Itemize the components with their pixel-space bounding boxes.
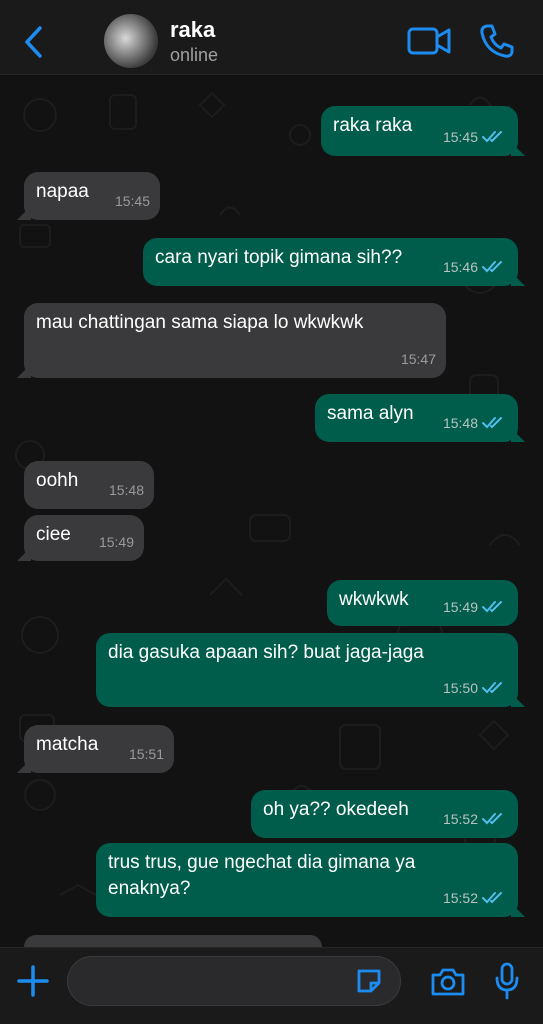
message-input[interactable]: [67, 956, 401, 1006]
message-bubble-outgoing[interactable]: raka raka 15:45: [321, 106, 518, 156]
contact-status: online: [170, 45, 219, 65]
message-bubble-incoming[interactable]: mau chattingan sama siapa lo wkwkwk 15:4…: [24, 303, 446, 378]
message-bubble-incoming[interactable]: napaa 15:45: [24, 172, 160, 220]
message-bubble-outgoing[interactable]: wkwkwk 15:49: [327, 580, 518, 626]
message-bubble-incoming[interactable]: matcha 15:51: [24, 725, 174, 773]
message-time: 15:45: [442, 129, 478, 145]
avatar[interactable]: [104, 14, 158, 68]
message-bubble-outgoing[interactable]: dia gasuka apaan sih? buat jaga-jaga 15:…: [96, 633, 518, 707]
phone-icon[interactable]: [478, 22, 516, 60]
video-camera-icon[interactable]: [406, 24, 452, 58]
read-ticks-icon: [482, 682, 502, 694]
chat-header: raka online: [0, 0, 543, 75]
camera-icon[interactable]: [430, 966, 466, 998]
message-bubble-outgoing[interactable]: sama alyn 15:48: [315, 394, 518, 442]
read-ticks-icon: [482, 261, 502, 273]
read-ticks-icon: [482, 131, 502, 143]
message-time: 15:51: [128, 746, 164, 762]
message-bubble-outgoing[interactable]: trus trus, gue ngechat dia gimana ya ena…: [96, 843, 518, 917]
message-time: 15:49: [98, 534, 134, 550]
message-bubble-incoming[interactable]: oohh 15:48: [24, 461, 154, 509]
message-text: dia gasuka apaan sih? buat jaga-jaga: [108, 642, 424, 663]
message-bubble-incoming[interactable]: ciee 15:49: [24, 515, 144, 561]
message-time: 15:49: [442, 599, 478, 615]
chevron-left-icon[interactable]: [20, 24, 48, 60]
microphone-icon[interactable]: [494, 962, 520, 1000]
plus-icon[interactable]: [16, 964, 50, 998]
read-ticks-icon: [482, 892, 502, 904]
message-time: 15:48: [442, 415, 478, 431]
message-text: mau chattingan sama siapa lo wkwkwk: [36, 312, 364, 333]
message-text: trus trus, gue ngechat dia gimana ya ena…: [108, 852, 416, 899]
read-ticks-icon: [482, 813, 502, 825]
read-ticks-icon: [482, 417, 502, 429]
contact-name[interactable]: raka: [170, 17, 215, 43]
message-time: 15:50: [442, 680, 478, 696]
sticker-icon[interactable]: [354, 966, 384, 996]
message-time: 15:52: [442, 890, 478, 906]
message-bubble-outgoing[interactable]: cara nyari topik gimana sih?? 15:46: [143, 238, 518, 286]
message-time: 15:47: [400, 351, 436, 367]
message-bubble-outgoing[interactable]: oh ya?? okedeeh 15:52: [251, 790, 518, 838]
message-time: 15:45: [114, 193, 150, 209]
read-ticks-icon: [482, 601, 502, 613]
message-time: 15:46: [442, 259, 478, 275]
message-time: 15:48: [108, 482, 144, 498]
message-time: 15:52: [442, 811, 478, 827]
composer-bar: [0, 947, 543, 1024]
